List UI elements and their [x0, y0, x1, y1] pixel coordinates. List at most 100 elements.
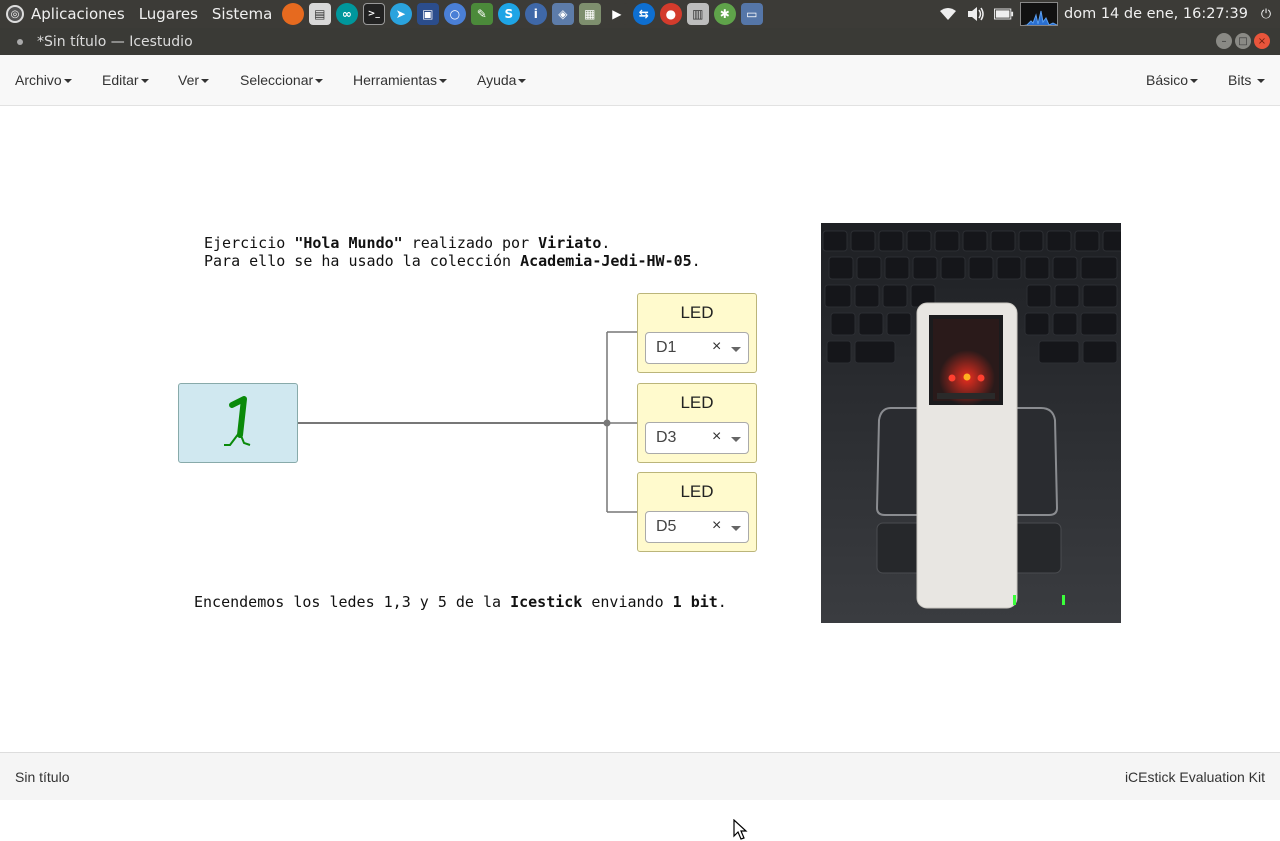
menu-herramientas-label: Herramientas [353, 72, 438, 88]
menu-editar[interactable]: Editar [102, 72, 149, 88]
comment-text: . [691, 252, 701, 270]
chromium-icon[interactable]: ○ [443, 3, 466, 25]
comment-top[interactable]: Ejercicio "Hola Mundo" realizado por Vir… [204, 234, 701, 270]
caret-down-icon [518, 79, 527, 84]
volume-icon[interactable] [966, 5, 986, 23]
menu-ver[interactable]: Ver [178, 72, 210, 88]
menu-ver-label: Ver [178, 72, 200, 88]
maximize-button[interactable]: □ [1235, 33, 1251, 49]
menu-basico[interactable]: Básico [1146, 72, 1199, 88]
clear-icon[interactable]: × [712, 338, 721, 356]
caret-down-icon [439, 79, 448, 84]
firefox-icon[interactable] [281, 3, 304, 25]
virtualbox-icon[interactable]: ◈ [551, 3, 574, 25]
media-icon[interactable]: ▶ [605, 3, 628, 25]
chrome-icon[interactable]: ● [659, 3, 682, 25]
info-icon[interactable]: i [524, 3, 547, 25]
led-title: LED [680, 303, 714, 322]
comment-text: Encendemos los ledes 1,3 y 5 de la [194, 593, 511, 611]
telegram-icon[interactable]: ➤ [389, 3, 412, 25]
menu-sistema[interactable]: Sistema [205, 0, 279, 28]
window-titlebar[interactable]: *Sin título — Icestudio – □ × [0, 28, 1280, 55]
window-menu-dot[interactable] [17, 38, 23, 45]
minimize-button[interactable]: – [1216, 33, 1232, 49]
dropdown-arrow-icon[interactable] [731, 526, 741, 531]
system-panel: ◎ Aplicaciones Lugares Sistema ▤ ∞ >_ ➤ … [0, 0, 1280, 28]
menu-aplicaciones[interactable]: Aplicaciones [24, 0, 132, 28]
menu-seleccionar[interactable]: Seleccionar [240, 72, 324, 88]
status-bar: Sin título iCEstick Evaluation Kit [0, 752, 1280, 800]
editor-icon[interactable]: ✎ [470, 3, 493, 25]
clock[interactable]: dom 14 de ene, 16:27:39 [1060, 6, 1252, 22]
power-icon[interactable]: ⏻ [1256, 5, 1276, 23]
comment-text: . [601, 234, 611, 252]
wifi-icon[interactable] [938, 5, 958, 23]
skype-icon[interactable]: S [497, 3, 520, 25]
menu-ayuda[interactable]: Ayuda [477, 72, 527, 88]
ubuntu-logo-icon[interactable]: ◎ [6, 5, 24, 23]
calc-icon[interactable]: ▥ [686, 3, 709, 25]
comment-text: Para ello se ha usado la colección [204, 252, 521, 270]
led-block-d3[interactable]: LED D3 × [637, 383, 757, 463]
comment-bold: Icestick [510, 593, 583, 611]
teamviewer-icon[interactable]: ⇆ [632, 3, 655, 25]
board-name[interactable]: iCEstick Evaluation Kit [1125, 769, 1265, 785]
menu-basico-label: Básico [1146, 72, 1189, 88]
design-canvas[interactable]: Ejercicio "Hola Mundo" realizado por Vir… [0, 106, 1280, 840]
comment-text: Ejercicio [204, 234, 295, 252]
comment-bold: 1 bit [672, 593, 718, 611]
comment-text: . [717, 593, 727, 611]
caret-down-icon [201, 79, 210, 84]
bit-one-icon: 1 [224, 396, 251, 446]
icestick-photo[interactable] [821, 223, 1121, 623]
network-icon[interactable]: ✱ [713, 3, 736, 25]
comment-bold: Viriato [538, 234, 602, 252]
caret-down-icon [140, 79, 149, 84]
system-monitor-graph[interactable] [1020, 2, 1059, 26]
comment-text: realizado por [402, 234, 539, 252]
led-title: LED [680, 393, 714, 412]
menu-bits[interactable]: Bits [1228, 72, 1266, 88]
caret-down-icon [315, 79, 324, 84]
menu-ayuda-label: Ayuda [477, 72, 517, 88]
led-block-d1[interactable]: LED D1 × [637, 293, 757, 373]
calculator-icon[interactable]: ▦ [578, 3, 601, 25]
window-title: *Sin título — Icestudio [37, 33, 193, 50]
arduino-icon[interactable]: ∞ [335, 3, 358, 25]
battery-icon[interactable] [994, 5, 1014, 23]
close-button[interactable]: × [1254, 33, 1270, 49]
menu-seleccionar-label: Seleccionar [240, 72, 314, 88]
menu-archivo[interactable]: Archivo [15, 72, 72, 88]
app-menubar: Archivo Editar Ver Seleccionar Herramien… [0, 55, 1280, 106]
pin-select-d5[interactable]: D5 × [645, 511, 749, 543]
wire-junction [603, 419, 611, 427]
menu-editar-label: Editar [102, 72, 139, 88]
menu-herramientas[interactable]: Herramientas [353, 72, 448, 88]
pin-select-d3[interactable]: D3 × [645, 422, 749, 454]
pin-select-d1[interactable]: D1 × [645, 332, 749, 364]
pin-value: D1 [656, 339, 677, 356]
constant-bit-block[interactable]: 1 [178, 383, 298, 463]
menu-lugares[interactable]: Lugares [132, 0, 205, 28]
pin-value: D5 [656, 518, 677, 535]
pin-value: D3 [656, 429, 677, 446]
led-block-d5[interactable]: LED D5 × [637, 472, 757, 552]
caret-down-icon [1190, 79, 1199, 84]
terminal-icon[interactable]: >_ [362, 3, 385, 25]
desktop-icon[interactable]: ▭ [740, 3, 763, 25]
comment-bottom[interactable]: Encendemos los ledes 1,3 y 5 de la Icest… [194, 593, 727, 611]
caret-down-icon [63, 79, 72, 84]
mouse-cursor-icon [733, 819, 748, 840]
clear-icon[interactable]: × [712, 428, 721, 446]
comment-bold: Academia-Jedi-HW-05 [520, 252, 692, 270]
monitor-icon[interactable]: ▣ [416, 3, 439, 25]
project-name: Sin título [15, 769, 70, 785]
caret-down-icon [1257, 79, 1266, 84]
comment-bold: "Hola Mundo" [294, 234, 403, 252]
files-icon[interactable]: ▤ [308, 3, 331, 25]
led-title: LED [680, 482, 714, 501]
dropdown-arrow-icon[interactable] [731, 437, 741, 442]
clear-icon[interactable]: × [712, 517, 721, 535]
menu-bits-label: Bits [1228, 72, 1252, 88]
dropdown-arrow-icon[interactable] [731, 347, 741, 352]
